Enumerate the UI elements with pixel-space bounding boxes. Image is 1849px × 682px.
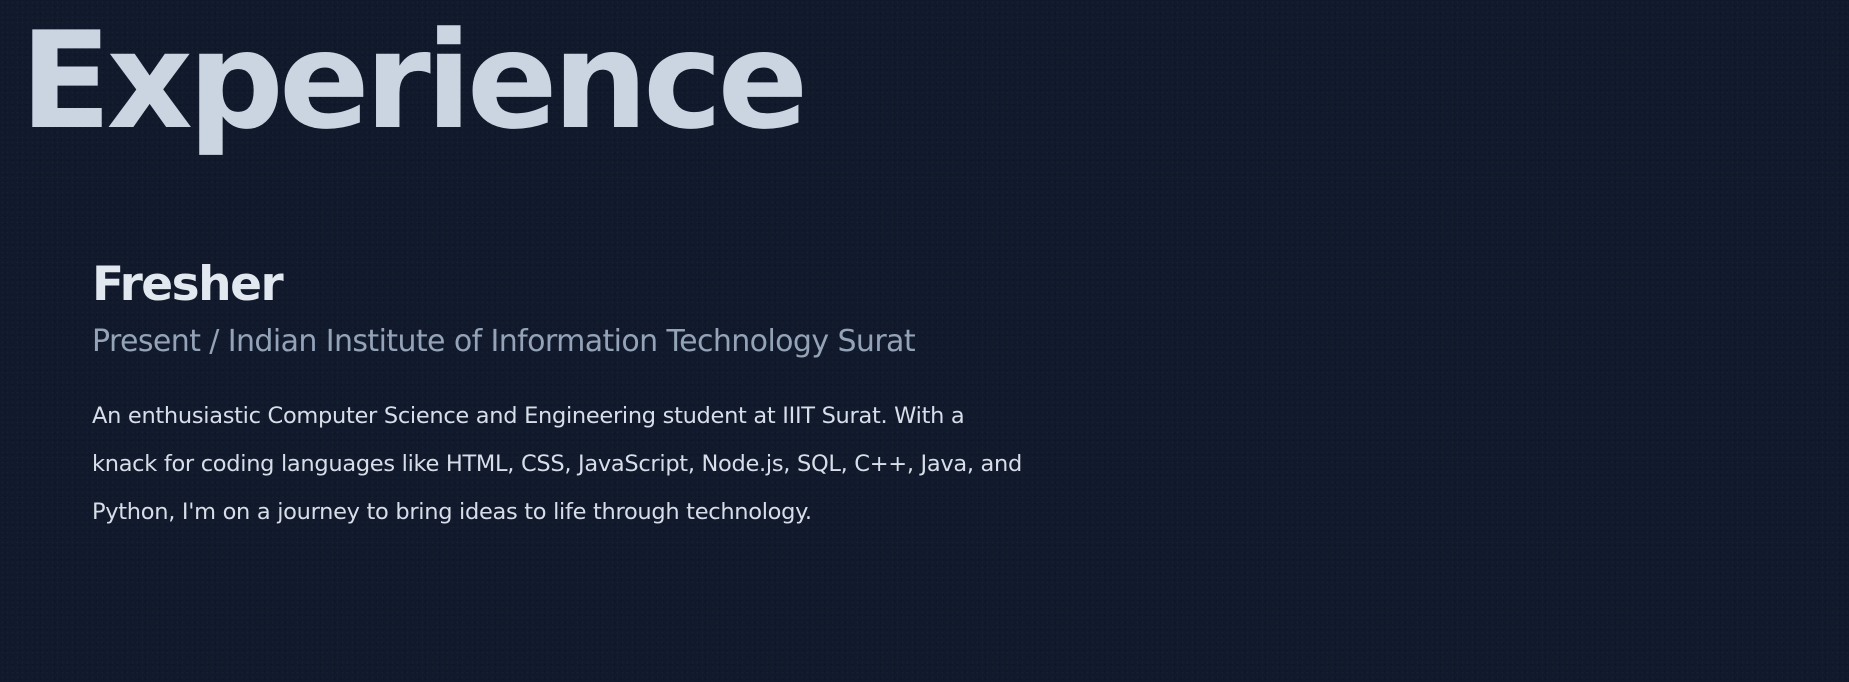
experience-section: Experience Fresher Present / Indian Inst… (0, 0, 1849, 682)
experience-entry: Fresher Present / Indian Institute of In… (92, 256, 1022, 536)
experience-description: An enthusiastic Computer Science and Eng… (92, 403, 1022, 525)
experience-meta: Present / Indian Institute of Informatio… (92, 324, 916, 359)
section-title: Experience (20, 3, 808, 159)
experience-role: Fresher (92, 257, 284, 312)
